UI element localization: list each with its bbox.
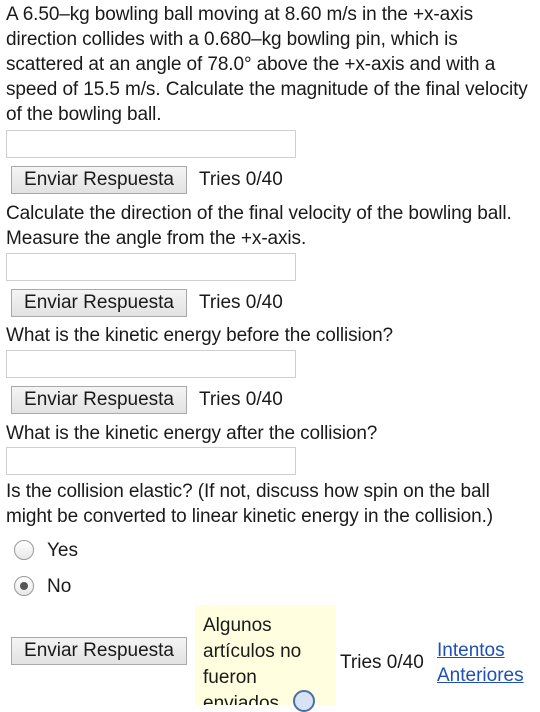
unsubmitted-notice: Algunos artículos no fueron enviados	[195, 605, 336, 705]
question-5-text: Is the collision elastic? (If not, discu…	[6, 481, 494, 527]
radio-yes[interactable]	[14, 540, 34, 560]
answer-2-input[interactable]	[6, 253, 296, 281]
submit-answer-5-button[interactable]: Enviar Respuesta	[11, 637, 187, 665]
radio-no[interactable]	[14, 576, 34, 596]
tries-2-counter: Tries 0/40	[199, 292, 283, 313]
question-4-text: What is the kinetic energy after the col…	[6, 423, 378, 444]
submit-answer-3-button[interactable]: Enviar Respuesta	[11, 386, 187, 414]
submit-answer-2-button[interactable]: Enviar Respuesta	[11, 289, 187, 317]
tries-3-counter: Tries 0/40	[199, 389, 283, 410]
previous-attempts-link[interactable]: Intentos Anteriores	[437, 638, 537, 688]
tries-5-counter: Tries 0/40	[340, 652, 424, 673]
question-2-text: Calculate the direction of the final vel…	[6, 203, 512, 249]
question-3-text: What is the kinetic energy before the co…	[6, 325, 394, 346]
submit-answer-1-button[interactable]: Enviar Respuesta	[11, 166, 187, 194]
answer-3-input[interactable]	[6, 350, 296, 378]
option-no-label: No	[47, 576, 72, 597]
tries-1-counter: Tries 0/40	[199, 169, 283, 190]
option-yes-label: Yes	[47, 540, 78, 561]
question-1-text: A 6.50–kg bowling ball moving at 8.60 m/…	[6, 4, 528, 125]
answer-1-input[interactable]	[6, 130, 296, 158]
answer-4-input[interactable]	[6, 447, 296, 475]
info-icon[interactable]	[293, 690, 315, 712]
